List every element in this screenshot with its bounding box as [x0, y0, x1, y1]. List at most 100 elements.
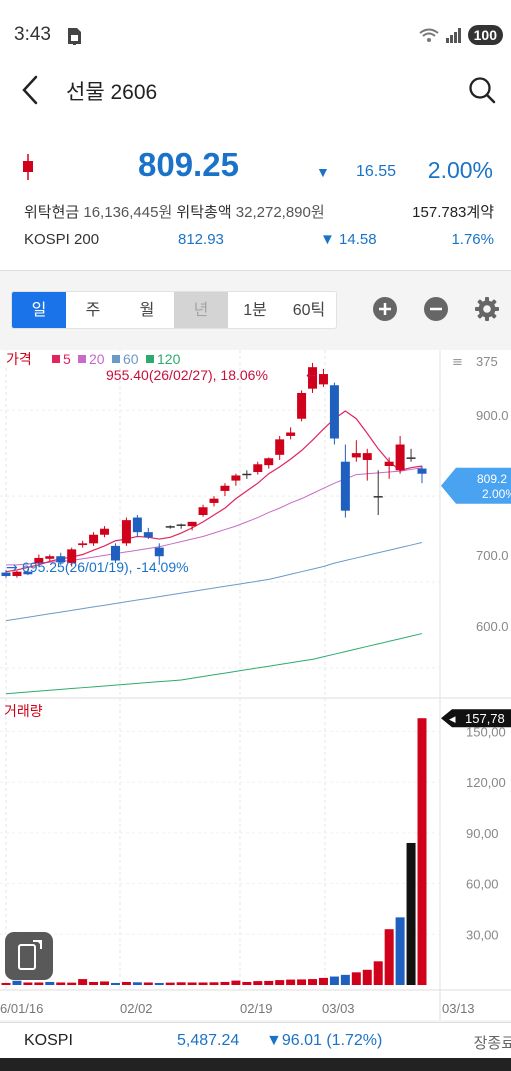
candle-icon [23, 154, 33, 180]
ma-legend-swatch [52, 355, 60, 363]
candle-body [395, 444, 405, 471]
chart-area[interactable]: 375 900.0 700.0 600.0 ≡ 가격 5 20 60 120 955.40(26/0… [0, 350, 511, 1020]
candle-body [351, 453, 361, 458]
down-arrow-icon: ▼ [320, 231, 335, 248]
page-title: 선물 2606 [66, 81, 158, 104]
candle-body [253, 464, 263, 473]
volume-bar [209, 982, 219, 985]
rotate-screen-button[interactable] [5, 932, 53, 980]
kospi200-change-value: 14.58 [339, 231, 377, 248]
volume-bar [67, 982, 77, 985]
volume-bar [351, 972, 361, 985]
deposit-label: 위탁현금 [24, 204, 80, 221]
volume-bar [34, 982, 44, 985]
kospi200-pct: 1.76% [451, 231, 494, 248]
date-axis-label: 03/03 [322, 1001, 355, 1016]
volume-axis-label: 90,00 [466, 826, 499, 841]
volume-bar [329, 976, 339, 985]
zoom-in-icon[interactable] [372, 296, 398, 322]
tab-day[interactable]: 일 [12, 292, 66, 328]
volume-bar [362, 969, 372, 985]
tab-60tick[interactable]: 60틱 [282, 292, 336, 328]
candle-body [242, 473, 252, 476]
tab-week[interactable]: 주 [66, 292, 120, 328]
low-arrow-icon: → [6, 560, 18, 576]
price-legend-label: 가격 [6, 351, 32, 367]
high-arrow-icon: ← [306, 368, 318, 384]
candle-body [318, 374, 328, 385]
status-bar: 3:43 100 [0, 0, 511, 70]
volume-bar [132, 982, 142, 985]
contracts-value: 157.783계약 [412, 204, 494, 221]
ticker-name: KOSPI [24, 1032, 73, 1049]
date-axis-label: 6/01/16 [0, 1001, 43, 1016]
search-icon[interactable] [467, 75, 497, 105]
total-value: 32,272,890원 [235, 204, 325, 221]
date-axis-label: 02/19 [240, 1001, 273, 1016]
volume-bar [340, 974, 350, 985]
candle-body [264, 458, 274, 466]
zoom-out-icon[interactable] [423, 296, 449, 322]
candle-body [143, 532, 153, 538]
price-volume-chart[interactable]: 375 900.0 700.0 600.0 ≡ 가격 5 20 60 120955.40(26/0… [0, 350, 511, 1020]
price-axis-label: 700.0 [476, 548, 509, 563]
candle-body [373, 496, 383, 498]
current-price-tag-pct: 2.00% [482, 487, 511, 501]
volume-bar [275, 980, 285, 985]
candle-body [231, 475, 241, 481]
volume-bar [318, 977, 328, 985]
volume-bar [143, 982, 153, 985]
volume-bar [154, 982, 164, 985]
volume-bar [12, 980, 22, 985]
volume-bar [264, 980, 274, 985]
battery-icon: 100 [467, 25, 503, 45]
ma-legend-label: 60 [123, 351, 139, 367]
candle-body [275, 439, 285, 455]
price-change-pct: 2.00% [427, 157, 493, 183]
volume-bar [242, 981, 252, 985]
volume-bar [297, 979, 307, 985]
volume-axis-label: 120,00 [466, 775, 506, 790]
bottom-nav-strip [0, 1058, 511, 1071]
high-annotation: 955.40(26/02/27), 18.06% [106, 367, 268, 383]
bottom-ticker[interactable]: KOSPI 5,487.24 ▼96.01 (1.72%) 장종료 [0, 1022, 511, 1058]
rotate-icon [18, 940, 42, 970]
price-axis-label: 600.0 [476, 619, 509, 634]
candle-body [329, 385, 339, 439]
app-header: 선물 2606 [0, 70, 511, 110]
candle-body [340, 461, 350, 511]
price-axis-label: 900.0 [476, 408, 509, 423]
candle-body [198, 507, 208, 515]
tab-year[interactable]: 년 [174, 292, 228, 328]
low-annotation: 695.25(26/01/19), -14.09% [22, 559, 189, 575]
status-time: 3:43 [14, 24, 51, 45]
status-icons: 100 [418, 25, 503, 45]
volume-axis-label: 60,00 [466, 877, 499, 892]
sim-card-icon [68, 28, 81, 45]
volume-bar [89, 981, 99, 985]
period-tabs: 일 주 월 년 1분 60틱 [11, 291, 337, 329]
candle-body [406, 457, 416, 459]
kospi200-change: ▼ 14.58 [320, 231, 377, 248]
volume-bar [176, 982, 186, 985]
candle-body [384, 461, 394, 466]
back-arrow-icon[interactable] [18, 74, 44, 106]
candle-body [362, 453, 372, 460]
settings-icon[interactable] [474, 296, 500, 322]
candle-body [132, 517, 142, 533]
volume-axis-label: 30,00 [466, 927, 499, 942]
volume-bar [395, 917, 405, 985]
signal-icon [445, 28, 461, 43]
tab-1min[interactable]: 1분 [228, 292, 282, 328]
volume-bar [417, 718, 427, 985]
candle-body [176, 524, 186, 526]
candle-body [220, 485, 230, 491]
tab-month[interactable]: 월 [120, 292, 174, 328]
candle-body [78, 543, 88, 546]
volume-bar [384, 929, 394, 985]
volume-bar [165, 982, 175, 985]
deposit-value: 16,136,445원 [83, 204, 173, 221]
price-row: 809.25 ▼ 16.55 2.00% [0, 140, 511, 190]
candle-body [417, 468, 427, 474]
candle-body [165, 526, 175, 528]
